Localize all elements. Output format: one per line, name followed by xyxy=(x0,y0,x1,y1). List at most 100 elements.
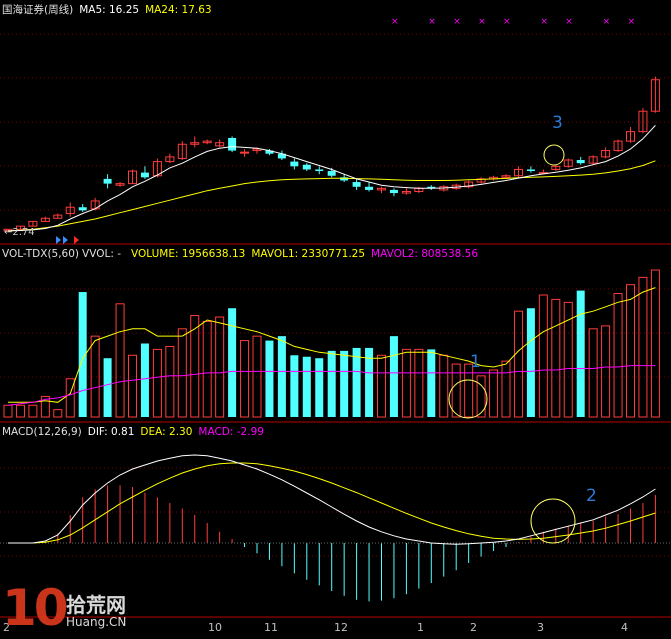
volume-bar xyxy=(152,348,162,418)
volume-bar xyxy=(650,269,660,418)
volume-bar xyxy=(302,356,311,417)
x-axis-label-4: 1 xyxy=(417,621,424,634)
candle-body xyxy=(302,164,311,170)
x-axis-label-6: 3 xyxy=(537,621,544,634)
volume-bar xyxy=(414,348,424,418)
candle-body xyxy=(290,161,299,167)
watermark-logo: 10 拾荒网 Huang.CN xyxy=(0,579,150,639)
mavol1-label: MAVOL1: 2330771.25 xyxy=(251,248,366,260)
signal-cross-marker: × xyxy=(565,17,573,27)
volume-bar xyxy=(576,290,585,417)
volume-bar xyxy=(228,308,237,417)
candle-body xyxy=(228,137,237,151)
annotation-1: 1 xyxy=(470,352,481,372)
chart-canvas[interactable]: × × × × × × × × × xyxy=(0,0,671,639)
x-axis-label-1: 10 xyxy=(208,621,222,634)
volume-bar xyxy=(327,350,336,417)
volume-bar xyxy=(601,325,611,418)
volume-bar xyxy=(501,360,511,418)
volume-header: VOL-TDX(5,60) VVOL: - VOLUME: 1956638.13 MA… xyxy=(2,248,484,261)
candle-body xyxy=(240,151,250,154)
signal-cross-marker: × xyxy=(603,17,611,27)
candle-body xyxy=(352,182,361,187)
dif-label: DIF: 0.81 xyxy=(87,426,135,438)
candle-body xyxy=(140,172,149,178)
stock-name: 国海证券(周线) xyxy=(2,4,74,16)
signal-cross-marker: × xyxy=(453,17,461,27)
signal-arrow xyxy=(74,236,79,244)
volume-bar xyxy=(340,350,349,417)
volume-bar xyxy=(588,328,598,418)
volume-bar xyxy=(551,298,561,418)
volume-bar xyxy=(526,308,535,417)
signal-cross-marker: × xyxy=(628,17,636,27)
volume-bar xyxy=(389,336,398,417)
mavol2-label: MAVOL2: 808538.56 xyxy=(371,248,479,260)
volume-bar xyxy=(352,347,361,417)
volume-bar xyxy=(476,375,486,418)
volume-bar xyxy=(53,409,63,418)
volume-bar xyxy=(15,404,25,418)
signal-arrow xyxy=(63,236,68,244)
signal-cross-marker: × xyxy=(478,17,486,27)
macd-header: MACD(12,26,9) DIF: 0.81 DEA: 2.30 MACD: -2.… xyxy=(2,426,270,439)
candle-body xyxy=(78,207,87,211)
volume-bar xyxy=(177,328,187,418)
volume-bar xyxy=(202,320,212,418)
signal-cross-marker: × xyxy=(391,17,399,27)
volume-bar xyxy=(513,310,523,418)
volume-bar xyxy=(240,340,250,418)
volume-bar xyxy=(277,336,286,417)
vvol-label: VVOL: - xyxy=(82,248,121,260)
ma24-label: MA24: 17.63 xyxy=(145,4,212,16)
macd-indicator-title: MACD(12,26,9) xyxy=(2,426,82,438)
signal-cross-marker: × xyxy=(540,17,548,27)
volume-bar xyxy=(103,358,112,417)
candle-body xyxy=(340,177,349,181)
x-axis-label-5: 2 xyxy=(470,621,477,634)
volume-bar xyxy=(265,340,274,417)
dea-line xyxy=(8,462,656,544)
dea-label: DEA: 2.30 xyxy=(140,426,193,438)
low-price-marker: ←2.74 xyxy=(4,227,35,238)
watermark-logo-number: 10 xyxy=(2,579,69,637)
annotation-3: 3 xyxy=(552,113,563,133)
volume-bar xyxy=(427,349,436,417)
volume-bar xyxy=(451,363,461,418)
volume-bar xyxy=(401,348,411,418)
candle-body xyxy=(103,178,112,184)
volume-bar xyxy=(290,355,299,417)
stock-chart-window: × × × × × × × × × 国海证券(周线) MA5: 16.25 MA24: 17.63 … xyxy=(0,0,671,639)
signal-cross-marker: × xyxy=(503,17,511,27)
annotation-2: 2 xyxy=(586,486,597,506)
candle-body xyxy=(576,160,585,164)
volume-bar xyxy=(377,354,386,418)
price-header: 国海证券(周线) MA5: 16.25 MA24: 17.63 xyxy=(2,4,218,17)
volume-bar xyxy=(128,354,137,418)
ma5-label: MA5: 16.25 xyxy=(79,4,140,16)
watermark-logo-text: 拾荒网 xyxy=(66,593,126,617)
volume-bar xyxy=(215,316,225,418)
volume-bar xyxy=(3,404,13,418)
volume-bar xyxy=(115,303,125,418)
candle-body xyxy=(315,169,324,172)
volume-bar xyxy=(538,294,548,418)
volume-bar xyxy=(613,293,623,418)
volume-bar xyxy=(638,276,648,418)
volume-bar xyxy=(439,354,449,418)
volume-bar xyxy=(165,345,175,418)
candle-body xyxy=(526,169,535,172)
macd-value-label: MACD: -2.99 xyxy=(198,426,264,438)
candle-body xyxy=(389,189,398,194)
volume-bar xyxy=(626,284,635,418)
x-axis-label-3: 12 xyxy=(334,621,348,634)
annotation-circle-3 xyxy=(543,144,565,166)
candle-body xyxy=(327,171,336,176)
volume-bar xyxy=(140,343,149,417)
volume-indicator-title: VOL-TDX(5,60) xyxy=(2,248,80,260)
x-axis-label-2: 11 xyxy=(264,621,278,634)
annotation-circle-1 xyxy=(448,379,488,419)
watermark-logo-url: Huang.CN xyxy=(66,615,127,629)
volume-value-label: VOLUME: 1956638.13 xyxy=(131,248,246,260)
annotation-circle-2 xyxy=(530,498,576,544)
